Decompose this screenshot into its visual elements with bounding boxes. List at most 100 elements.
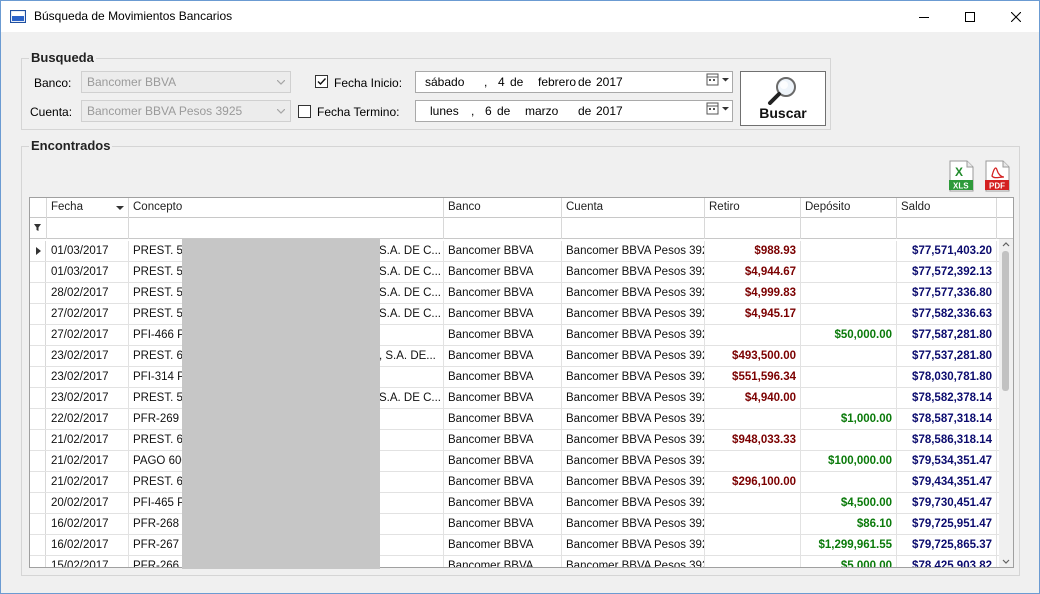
table-row[interactable]: 01/03/2017 PREST. 54 S.A. DE C... Bancomer …: [30, 262, 1000, 283]
cell-deposito[interactable]: [801, 388, 897, 408]
cell-retiro[interactable]: $4,940.00: [705, 388, 801, 408]
cell-banco[interactable]: Bancomer BBVA: [444, 367, 562, 387]
cell-cuenta[interactable]: Bancomer BBVA Pesos 3925: [562, 451, 705, 471]
cell-saldo[interactable]: $77,572,392.13: [897, 262, 997, 282]
cell-cuenta[interactable]: Bancomer BBVA Pesos 3925: [562, 556, 705, 567]
cell-deposito[interactable]: [801, 367, 897, 387]
table-row[interactable]: 15/02/2017 PFR-266 P Bancomer BBVA Bancomer…: [30, 556, 1000, 567]
fecha-termino-checkbox[interactable]: [298, 105, 311, 118]
cell-cuenta[interactable]: Bancomer BBVA Pesos 3925: [562, 430, 705, 450]
cell-saldo[interactable]: $78,582,378.14: [897, 388, 997, 408]
calendar-dropdown-button[interactable]: [706, 101, 730, 117]
table-row[interactable]: 21/02/2017 PREST. 60 Bancomer BBVA Bancomer…: [30, 472, 1000, 493]
scrollbar-thumb[interactable]: [1002, 251, 1009, 391]
table-row[interactable]: 21/02/2017 PREST. 60 Bancomer BBVA Bancomer…: [30, 430, 1000, 451]
cell-banco[interactable]: Bancomer BBVA: [444, 451, 562, 471]
cell-banco[interactable]: Bancomer BBVA: [444, 325, 562, 345]
cell-cuenta[interactable]: Bancomer BBVA Pesos 3925: [562, 241, 705, 261]
cell-retiro[interactable]: $551,596.34: [705, 367, 801, 387]
cell-banco[interactable]: Bancomer BBVA: [444, 493, 562, 513]
column-header-cuenta[interactable]: Cuenta: [562, 198, 705, 218]
cell-deposito[interactable]: $86.10: [801, 514, 897, 534]
table-row[interactable]: 21/02/2017 PAGO 600 Bancomer BBVA Bancomer …: [30, 451, 1000, 472]
cell-deposito[interactable]: [801, 262, 897, 282]
table-row[interactable]: 01/03/2017 PREST. 55 S.A. DE C... Bancomer …: [30, 241, 1000, 262]
cell-retiro[interactable]: [705, 451, 801, 471]
cell-fecha[interactable]: 21/02/2017: [47, 451, 129, 471]
cell-fecha[interactable]: 15/02/2017: [47, 556, 129, 567]
cell-fecha[interactable]: 27/02/2017: [47, 325, 129, 345]
cell-deposito[interactable]: [801, 304, 897, 324]
vertical-scrollbar[interactable]: [999, 239, 1013, 567]
cell-retiro[interactable]: [705, 556, 801, 567]
cell-fecha[interactable]: 27/02/2017: [47, 304, 129, 324]
cell-fecha[interactable]: 01/03/2017: [47, 262, 129, 282]
cell-retiro[interactable]: [705, 325, 801, 345]
cell-fecha[interactable]: 28/02/2017: [47, 283, 129, 303]
cell-fecha[interactable]: 23/02/2017: [47, 367, 129, 387]
filter-cell[interactable]: [562, 218, 705, 239]
minimize-button[interactable]: [901, 1, 947, 32]
cell-deposito[interactable]: $1,000.00: [801, 409, 897, 429]
cell-banco[interactable]: Bancomer BBVA: [444, 388, 562, 408]
cell-retiro[interactable]: [705, 409, 801, 429]
cell-banco[interactable]: Bancomer BBVA: [444, 430, 562, 450]
cell-deposito[interactable]: [801, 346, 897, 366]
table-row[interactable]: 16/02/2017 PFR-268 P Bancomer BBVA Bancomer…: [30, 514, 1000, 535]
fecha-termino-input[interactable]: lunes , 6 de marzo de 2017: [415, 100, 733, 122]
cell-retiro[interactable]: $4,945.17: [705, 304, 801, 324]
cell-cuenta[interactable]: Bancomer BBVA Pesos 3925: [562, 388, 705, 408]
cell-deposito[interactable]: $5,000.00: [801, 556, 897, 567]
cell-retiro[interactable]: $4,944.67: [705, 262, 801, 282]
filter-cell[interactable]: [801, 218, 897, 239]
column-header-fecha[interactable]: Fecha: [47, 198, 129, 218]
filter-cell[interactable]: [444, 218, 562, 239]
cell-cuenta[interactable]: Bancomer BBVA Pesos 3925: [562, 367, 705, 387]
cell-banco[interactable]: Bancomer BBVA: [444, 241, 562, 261]
cell-retiro[interactable]: [705, 493, 801, 513]
table-row[interactable]: 23/02/2017 PREST. 54 S.A. DE C... Bancomer …: [30, 388, 1000, 409]
cell-cuenta[interactable]: Bancomer BBVA Pesos 3925: [562, 409, 705, 429]
cell-cuenta[interactable]: Bancomer BBVA Pesos 3925: [562, 304, 705, 324]
cell-saldo[interactable]: $79,434,351.47: [897, 472, 997, 492]
filter-cell[interactable]: [705, 218, 801, 239]
cell-saldo[interactable]: $77,587,281.80: [897, 325, 997, 345]
cell-deposito[interactable]: [801, 283, 897, 303]
cell-banco[interactable]: Bancomer BBVA: [444, 409, 562, 429]
cell-cuenta[interactable]: Bancomer BBVA Pesos 3925: [562, 472, 705, 492]
cell-retiro[interactable]: $948,033.33: [705, 430, 801, 450]
cell-retiro[interactable]: [705, 535, 801, 555]
export-xls-button[interactable]: X XLS: [947, 160, 975, 192]
cell-banco[interactable]: Bancomer BBVA: [444, 556, 562, 567]
cell-saldo[interactable]: $78,030,781.80: [897, 367, 997, 387]
cell-deposito[interactable]: $50,000.00: [801, 325, 897, 345]
cuenta-select[interactable]: Bancomer BBVA Pesos 3925: [81, 100, 291, 122]
cell-fecha[interactable]: 16/02/2017: [47, 514, 129, 534]
cell-banco[interactable]: Bancomer BBVA: [444, 514, 562, 534]
cell-saldo[interactable]: $78,586,318.14: [897, 430, 997, 450]
cell-saldo[interactable]: $79,725,865.37: [897, 535, 997, 555]
export-pdf-button[interactable]: PDF: [983, 160, 1011, 192]
table-row[interactable]: 23/02/2017 PREST. 60 , S.A. DE... Bancomer …: [30, 346, 1000, 367]
cell-banco[interactable]: Bancomer BBVA: [444, 283, 562, 303]
close-button[interactable]: [993, 1, 1039, 32]
cell-saldo[interactable]: $77,582,336.63: [897, 304, 997, 324]
cell-fecha[interactable]: 23/02/2017: [47, 388, 129, 408]
table-row[interactable]: 27/02/2017 PREST. 54 S.A. DE C... Bancomer …: [30, 304, 1000, 325]
table-row[interactable]: 23/02/2017 PFI-314 PA Bancomer BBVA Bancome…: [30, 367, 1000, 388]
table-row[interactable]: 22/02/2017 PFR-269 P Bancomer BBVA Bancomer…: [30, 409, 1000, 430]
cell-cuenta[interactable]: Bancomer BBVA Pesos 3925: [562, 493, 705, 513]
cell-cuenta[interactable]: Bancomer BBVA Pesos 3925: [562, 535, 705, 555]
fecha-inicio-input[interactable]: sábado , 4 de febrero de 2017: [415, 71, 733, 93]
cell-saldo[interactable]: $79,730,451.47: [897, 493, 997, 513]
column-header-banco[interactable]: Banco: [444, 198, 562, 218]
cell-fecha[interactable]: 20/02/2017: [47, 493, 129, 513]
cell-retiro[interactable]: $493,500.00: [705, 346, 801, 366]
column-header-saldo[interactable]: Saldo: [897, 198, 997, 218]
table-row[interactable]: 28/02/2017 PREST. 54 S.A. DE C... Bancomer …: [30, 283, 1000, 304]
cell-deposito[interactable]: $1,299,961.55: [801, 535, 897, 555]
cell-fecha[interactable]: 16/02/2017: [47, 535, 129, 555]
cell-saldo[interactable]: $79,534,351.47: [897, 451, 997, 471]
cell-deposito[interactable]: [801, 241, 897, 261]
fecha-inicio-checkbox[interactable]: [315, 75, 328, 88]
